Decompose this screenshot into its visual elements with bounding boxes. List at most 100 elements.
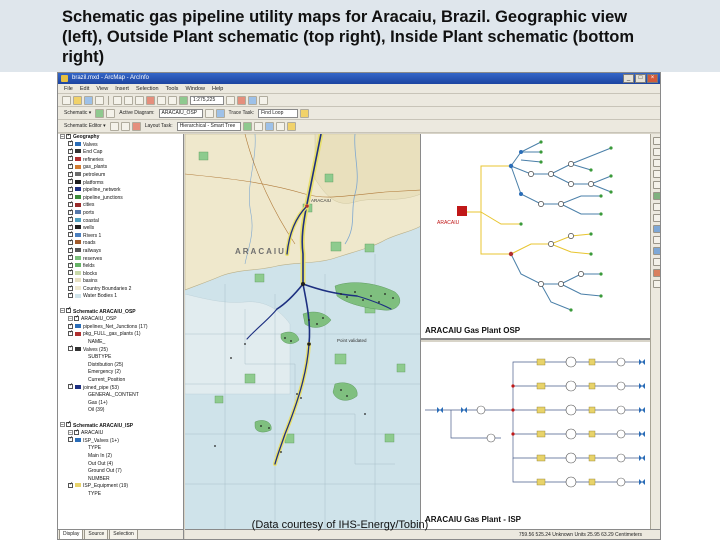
toc-layer[interactable]: ISP_Equipment (19) <box>58 481 183 491</box>
layer-visibility-checkbox[interactable] <box>68 382 73 390</box>
select-tool-icon[interactable] <box>109 121 119 131</box>
layer-visibility-checkbox[interactable] <box>68 238 73 246</box>
toc-layer[interactable]: blocks <box>58 268 183 279</box>
layer-visibility-checkbox[interactable] <box>68 291 73 299</box>
toc-layer[interactable]: roads <box>58 238 183 248</box>
toc-layer[interactable]: refineries <box>58 154 183 165</box>
layer-visibility-checkbox[interactable] <box>68 223 73 230</box>
layer-visibility-checkbox[interactable] <box>74 314 79 322</box>
toc-layer[interactable]: petroleum <box>58 170 183 180</box>
toc-layer[interactable]: Valves (25) <box>58 344 183 355</box>
isp-schematic-view[interactable]: ARACAIU Gas Plant - ISP <box>421 342 650 529</box>
flag-icon[interactable] <box>286 121 296 131</box>
toc-layer[interactable]: Water Bodies 1 <box>58 291 183 301</box>
print-icon[interactable] <box>95 95 104 105</box>
layer-visibility-checkbox[interactable] <box>68 154 73 162</box>
schematic-menu[interactable]: Schematic ▾ <box>62 110 93 116</box>
layer-visibility-checkbox[interactable] <box>68 185 73 192</box>
toc-layer[interactable]: coastal <box>58 215 183 226</box>
fixed-zoom-in-icon[interactable] <box>653 159 660 167</box>
toc-layer[interactable]: ports <box>58 208 183 218</box>
undo-icon[interactable] <box>157 95 166 105</box>
toc-layer[interactable]: pipeline_network <box>58 185 183 195</box>
toc-layer[interactable]: pipelines_Net_Junctions (17) <box>58 322 183 332</box>
move-node-icon[interactable] <box>120 121 130 131</box>
schematic-editor-menu[interactable]: Schematic Editor ▾ <box>62 123 108 129</box>
add-data-icon[interactable] <box>179 95 188 105</box>
toc-layer[interactable]: platforms <box>58 177 183 188</box>
layer-visibility-checkbox[interactable] <box>68 177 73 185</box>
city-marker[interactable] <box>305 204 309 208</box>
layer-visibility-checkbox[interactable] <box>68 208 73 215</box>
toc-layer[interactable]: railways <box>58 246 183 256</box>
layer-visibility-checkbox[interactable] <box>68 246 73 253</box>
toc-layer[interactable]: fields <box>58 261 183 271</box>
generate-diagram-icon[interactable] <box>95 108 105 118</box>
layer-visibility-checkbox[interactable] <box>68 268 73 276</box>
toc-layer[interactable]: joined_pipe (53) <box>58 382 183 393</box>
save-layout-icon[interactable] <box>275 121 285 131</box>
new-document-icon[interactable] <box>62 95 71 105</box>
expand-toggle-icon[interactable]: − <box>60 308 65 314</box>
toc-layer[interactable]: pipeline_junctions <box>58 192 183 203</box>
update-diagram-icon[interactable] <box>106 108 116 118</box>
platform-marker[interactable] <box>307 342 311 346</box>
full-extent-icon[interactable] <box>653 192 660 200</box>
layer-visibility-checkbox[interactable] <box>68 230 73 238</box>
run-trace-icon[interactable] <box>300 108 310 118</box>
layer-visibility-checkbox[interactable] <box>66 420 71 428</box>
editor-icon[interactable] <box>226 95 235 105</box>
toc-layer[interactable]: ISP_Valves (1+) <box>58 435 183 446</box>
layer-visibility-checkbox[interactable] <box>68 481 73 489</box>
paste-icon[interactable] <box>135 95 144 105</box>
arctoolbox-icon[interactable] <box>237 95 246 105</box>
layer-visibility-checkbox[interactable] <box>68 344 73 352</box>
find-icon[interactable] <box>653 258 660 266</box>
osp-schematic-view[interactable]: ARACAIU ARACAIU Gas Plant OSP <box>421 134 650 340</box>
toc-layer[interactable]: Rivers 1 <box>58 230 183 241</box>
zoom-in-icon[interactable] <box>653 137 660 145</box>
identify-icon[interactable] <box>653 247 660 255</box>
layer-visibility-checkbox[interactable] <box>68 435 73 443</box>
menu-tools[interactable]: Tools <box>166 84 179 93</box>
layer-visibility-checkbox[interactable] <box>68 139 73 147</box>
next-extent-icon[interactable] <box>653 214 660 222</box>
close-button[interactable]: × <box>647 74 658 83</box>
toc-group[interactable]: − Geography <box>58 134 183 142</box>
platform-marker[interactable] <box>301 282 305 286</box>
menu-view[interactable]: View <box>96 84 108 93</box>
layer-visibility-checkbox[interactable] <box>68 147 73 154</box>
gas-plant-symbol[interactable] <box>457 206 467 216</box>
menu-selection[interactable]: Selection <box>136 84 159 93</box>
propagate-icon[interactable] <box>264 121 274 131</box>
select-elements-icon[interactable] <box>653 236 660 244</box>
toc-layer[interactable]: basins <box>58 277 183 286</box>
delete-icon[interactable] <box>146 95 155 105</box>
expand-toggle-icon[interactable]: − <box>68 315 73 321</box>
window-titlebar[interactable]: brazil.mxd - ArcMap - ArcInfo _ □ × <box>58 73 660 84</box>
tab-selection[interactable]: Selection <box>109 530 138 539</box>
layer-visibility-checkbox[interactable] <box>68 253 73 261</box>
layer-visibility-checkbox[interactable] <box>74 428 79 435</box>
fixed-zoom-out-icon[interactable] <box>653 170 660 178</box>
maximize-button[interactable]: □ <box>635 74 646 83</box>
menu-window[interactable]: Window <box>185 84 205 93</box>
measure-icon[interactable] <box>653 269 660 277</box>
menu-file[interactable]: File <box>64 84 73 93</box>
hyperlink-icon[interactable] <box>653 280 660 288</box>
layer-visibility-checkbox[interactable] <box>68 329 73 337</box>
layer-visibility-checkbox[interactable] <box>66 134 71 139</box>
open-folder-icon[interactable] <box>73 95 82 105</box>
remove-node-icon[interactable] <box>131 121 141 131</box>
layer-visibility-checkbox[interactable] <box>68 192 73 200</box>
layer-visibility-checkbox[interactable] <box>68 215 73 223</box>
map-scale-combo[interactable]: 1:275,225 <box>190 95 224 105</box>
pan-icon[interactable] <box>653 181 660 189</box>
tab-display[interactable]: Display <box>59 530 84 539</box>
layer-visibility-checkbox[interactable] <box>68 261 73 268</box>
menu-edit[interactable]: Edit <box>80 84 89 93</box>
layer-visibility-checkbox[interactable] <box>68 322 73 329</box>
layer-visibility-checkbox[interactable] <box>68 200 73 208</box>
toc-layer[interactable]: gas_plants <box>58 162 183 172</box>
select-features-icon[interactable] <box>653 225 660 233</box>
